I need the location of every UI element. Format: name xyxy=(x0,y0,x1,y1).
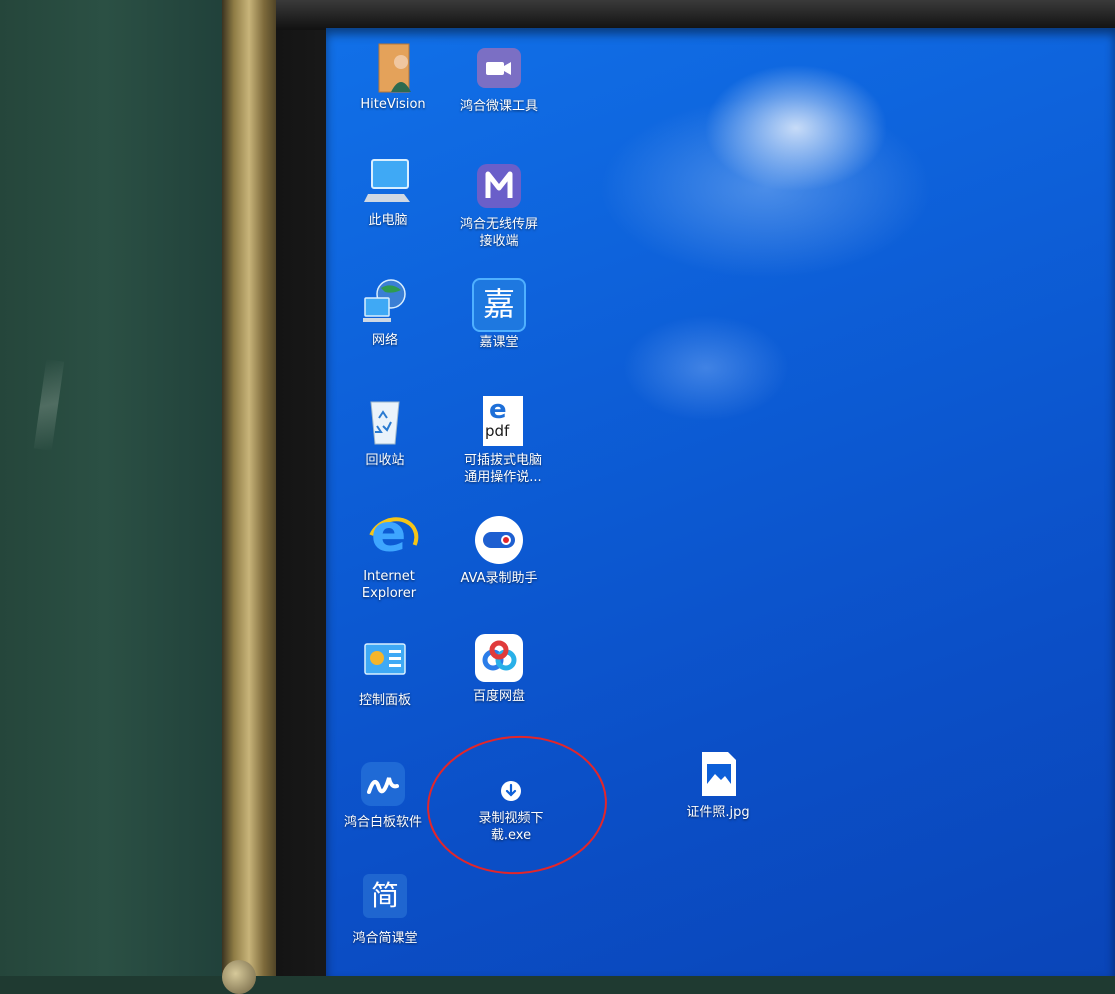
internet-explorer-icon: e xyxy=(360,506,426,571)
desktop-icon-hitevision-microclass[interactable]: 鸿合微课工具 xyxy=(444,42,554,115)
desktop-icon-hitevision-jian-classroom[interactable]: 简 鸿合简课堂 xyxy=(330,874,440,947)
recycle-bin-icon xyxy=(357,396,413,448)
desktop-icon-this-pc[interactable]: 此电脑 xyxy=(333,156,443,229)
desktop-icon-pdf-manual[interactable]: e pdf 可插拔式电脑 通用操作说... xyxy=(448,396,558,486)
desktop-icon-internet-explorer[interactable]: e Internet Explorer xyxy=(334,506,444,602)
desktop-icon-hitevision-whiteboard[interactable]: 鸿合白板软件 xyxy=(328,758,438,831)
icon-label: AVA录制助手 xyxy=(460,571,538,586)
desktop-icon-jia-classroom[interactable]: 嘉 嘉课堂 xyxy=(444,278,554,351)
icon-label: 控制面板 xyxy=(358,693,411,708)
icon-label: 可插拔式电脑 通用操作说... xyxy=(463,453,542,485)
network-globe-icon xyxy=(357,276,413,328)
desktop-icon-recycle-bin[interactable]: 回收站 xyxy=(330,396,440,469)
computer-icon xyxy=(360,156,416,208)
icon-label: 百度网盘 xyxy=(472,689,525,704)
person-hitevision-icon xyxy=(365,40,421,93)
icon-label: 回收站 xyxy=(365,453,405,468)
desktop-icon-ava-recorder[interactable]: AVA录制助手 xyxy=(444,514,554,587)
jian-classroom-icon: 简 xyxy=(357,874,413,926)
wireless-screen-icon xyxy=(471,160,527,212)
icon-label: 此电脑 xyxy=(368,213,408,228)
monitor-bezel-top xyxy=(276,0,1115,30)
board-frame-rail xyxy=(222,0,282,976)
jia-classroom-icon: 嘉 xyxy=(471,278,527,332)
icon-label: 鸿合简课堂 xyxy=(352,931,418,946)
icon-label: 网络 xyxy=(371,333,398,348)
control-panel-icon xyxy=(357,636,413,688)
desktop-icon-id-photo[interactable]: 证件照.jpg xyxy=(663,748,773,821)
desktop-icon-network[interactable]: 网络 xyxy=(330,276,440,349)
desktop-icon-wireless-screen[interactable]: 鸿合无线传屏 接收端 xyxy=(444,160,554,250)
pdf-file-icon: e pdf xyxy=(475,396,531,448)
icon-label: 鸿合无线传屏 接收端 xyxy=(459,217,538,249)
desktop-icon-hitevision[interactable]: HiteVision xyxy=(338,40,448,113)
frame-knob xyxy=(222,960,256,994)
icon-label: 鸿合微课工具 xyxy=(459,99,538,114)
icon-label: Internet Explorer xyxy=(361,569,417,601)
ava-record-icon xyxy=(471,514,527,566)
whiteboard-pen-icon xyxy=(355,758,411,810)
chalk-mark xyxy=(33,359,65,451)
desktop-icon-baidu-netdisk[interactable]: 百度网盘 xyxy=(444,632,554,705)
icon-label: HiteVision xyxy=(360,97,426,112)
icon-label: 证件照.jpg xyxy=(686,805,750,820)
chalkboard-background xyxy=(0,0,232,976)
desktop-icon-control-panel[interactable]: 控制面板 xyxy=(330,636,440,709)
baidu-netdisk-icon xyxy=(471,632,527,684)
video-camera-icon xyxy=(471,42,527,94)
image-file-icon xyxy=(690,748,746,800)
icon-label: 嘉课堂 xyxy=(479,335,519,350)
icon-label: 鸿合白板软件 xyxy=(343,815,422,830)
